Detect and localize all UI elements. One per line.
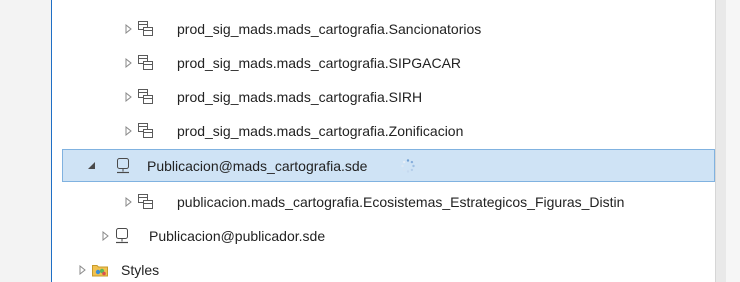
catalog-pane: prod_sig_mads.mads_cartografia.Sancionat… xyxy=(0,0,740,282)
tree-item-ecosistemas-estrategicos[interactable]: publicacion.mads_cartografia.Ecosistemas… xyxy=(51,185,715,219)
feature-dataset-icon xyxy=(137,193,155,211)
tree-item-label: prod_sig_mads.mads_cartografia.Zonificac… xyxy=(177,123,464,139)
expand-arrow-icon[interactable] xyxy=(124,126,134,136)
tree-item-label: Publicacion@mads_cartografia.sde xyxy=(147,157,368,174)
tree-item-publicacion-publicador[interactable]: Publicacion@publicador.sde xyxy=(51,219,715,253)
feature-dataset-icon xyxy=(137,122,155,140)
tree-item-label: prod_sig_mads.mads_cartografia.SIRH xyxy=(177,89,423,105)
tree-item-styles[interactable]: Styles xyxy=(51,253,715,282)
pane-margin xyxy=(726,0,740,282)
tree-item-publicacion-mads-cartografia[interactable]: Publicacion@mads_cartografia.sde xyxy=(62,149,715,182)
pane-border xyxy=(51,0,52,282)
feature-dataset-icon xyxy=(137,54,155,72)
database-connection-icon xyxy=(113,227,131,245)
styles-folder-icon xyxy=(91,261,109,279)
tree-item-zonificacion[interactable]: prod_sig_mads.mads_cartografia.Zonificac… xyxy=(51,114,715,148)
feature-dataset-icon xyxy=(137,88,155,106)
tree-item-label: prod_sig_mads.mads_cartografia.SIPGACAR xyxy=(177,55,462,71)
tree-item-sirh[interactable]: prod_sig_mads.mads_cartografia.SIRH xyxy=(51,80,715,114)
tree-item-label: publicacion.mads_cartografia.Ecosistemas… xyxy=(177,194,625,210)
database-connection-icon xyxy=(114,157,132,175)
collapse-arrow-icon[interactable] xyxy=(86,161,96,171)
loading-spinner-icon xyxy=(401,158,415,173)
expand-arrow-icon[interactable] xyxy=(124,58,134,68)
tree-item-label: Publicacion@publicador.sde xyxy=(149,228,326,244)
vertical-scrollbar[interactable] xyxy=(715,0,726,282)
tree-item-label: prod_sig_mads.mads_cartografia.Sancionat… xyxy=(177,21,482,37)
expand-arrow-icon[interactable] xyxy=(124,197,134,207)
expand-arrow-icon[interactable] xyxy=(124,92,134,102)
expand-arrow-icon[interactable] xyxy=(101,231,111,241)
expand-arrow-icon[interactable] xyxy=(124,24,134,34)
catalog-tree: prod_sig_mads.mads_cartografia.Sancionat… xyxy=(51,0,715,282)
expand-arrow-icon[interactable] xyxy=(78,265,88,275)
tree-item-sipgacar[interactable]: prod_sig_mads.mads_cartografia.SIPGACAR xyxy=(51,46,715,80)
tree-item-sancionatorios[interactable]: prod_sig_mads.mads_cartografia.Sancionat… xyxy=(51,12,715,46)
feature-dataset-icon xyxy=(137,20,155,38)
tree-item-label: Styles xyxy=(121,262,160,278)
